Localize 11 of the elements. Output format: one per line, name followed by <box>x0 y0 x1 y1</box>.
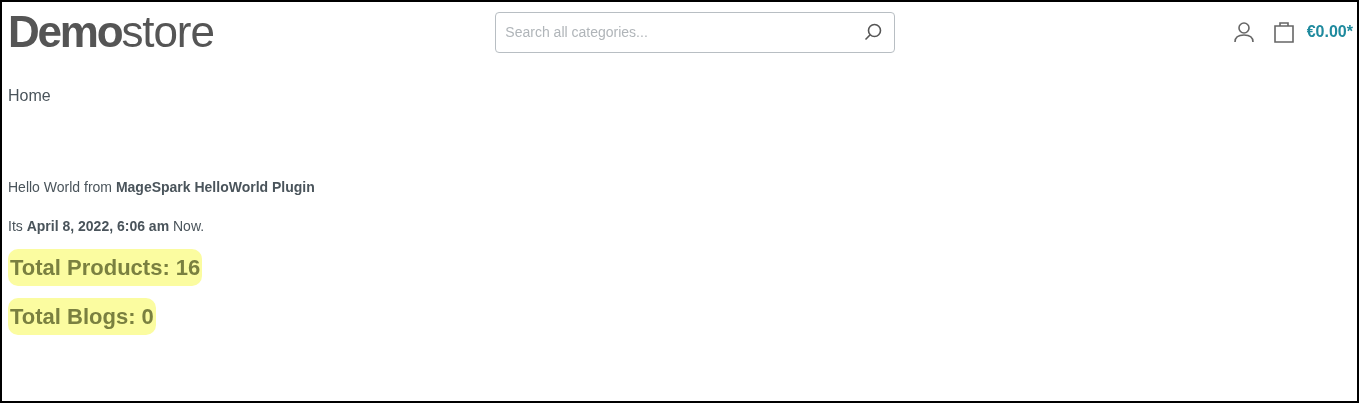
shopping-bag-icon[interactable] <box>1272 20 1295 44</box>
cart-total[interactable]: €0.00* <box>1306 20 1353 44</box>
account-icon[interactable] <box>1232 21 1255 43</box>
total-heading: Total Blogs: 0 <box>8 298 156 335</box>
breadcrumb-link[interactable]: Home <box>8 87 51 104</box>
search-field[interactable]: Search all categories... <box>495 11 896 53</box>
total-heading: Total Products: 16 <box>8 249 203 286</box>
info-text: Hello World from MageSpark HelloWorld Plugin <box>8 178 316 197</box>
info-text: Its April 8, 2022, 6:06 am Now. <box>8 217 206 236</box>
search-icon[interactable] <box>863 21 884 42</box>
store-logo[interactable]: Demostore <box>8 10 368 54</box>
